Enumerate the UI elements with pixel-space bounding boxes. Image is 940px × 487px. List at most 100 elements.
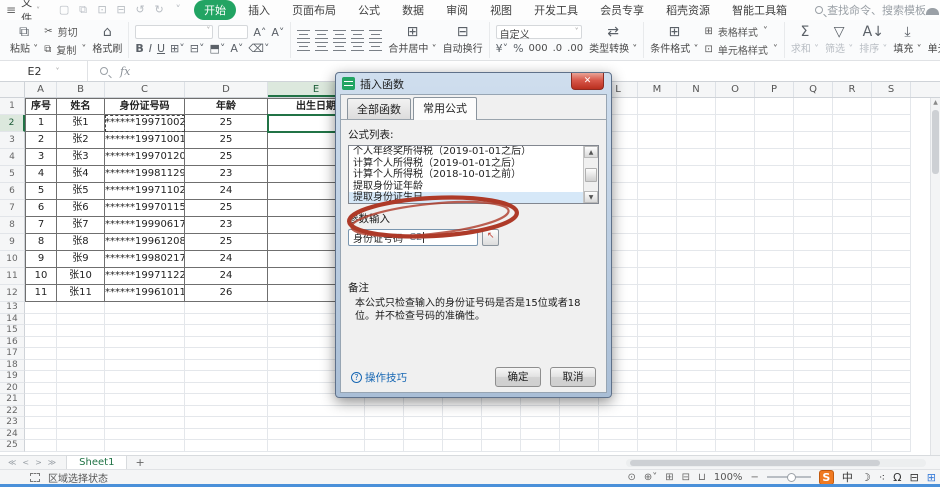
cell[interactable] — [677, 440, 716, 452]
cell[interactable] — [872, 302, 911, 314]
cell-B11[interactable]: 张10 — [57, 268, 105, 285]
number-format-select[interactable]: 自定义 — [496, 25, 582, 39]
column-header-P[interactable]: P — [755, 82, 794, 97]
cell[interactable] — [560, 429, 599, 441]
row-header-2[interactable]: 2 — [0, 115, 25, 132]
row-header-1[interactable]: 1 — [0, 98, 25, 115]
cell[interactable] — [105, 394, 185, 406]
cell[interactable] — [57, 314, 105, 326]
row-header-19[interactable]: 19 — [0, 371, 25, 383]
ime-lang-indicator[interactable]: 中 — [842, 469, 853, 485]
cell-D6[interactable]: 24 — [185, 183, 268, 200]
cell[interactable] — [638, 115, 677, 132]
cell[interactable] — [677, 132, 716, 149]
cell-C5[interactable]: ******19981129**** — [105, 166, 185, 183]
listbox-scroll-up-icon[interactable]: ▲ — [584, 146, 598, 158]
cell[interactable] — [872, 149, 911, 166]
vertical-scroll-thumb[interactable] — [932, 110, 939, 174]
cell[interactable] — [57, 325, 105, 337]
cell-C3[interactable]: ******19971001**** — [105, 132, 185, 149]
cell[interactable] — [677, 383, 716, 395]
cell[interactable] — [677, 251, 716, 268]
cell[interactable] — [755, 348, 794, 360]
row-header-24[interactable]: 24 — [0, 429, 25, 441]
cell[interactable] — [716, 149, 755, 166]
row-header-25[interactable]: 25 — [0, 440, 25, 452]
keyboard-icon[interactable]: ⊟ — [910, 471, 919, 484]
borders-icon[interactable]: ⊞˅ — [170, 42, 185, 55]
cell[interactable] — [794, 98, 833, 115]
customize-toolbar-chevron-icon[interactable]: ˅ — [172, 3, 184, 17]
cell-style-button[interactable]: ⊡单元格样式 ˅ — [704, 42, 777, 57]
cell[interactable] — [872, 394, 911, 406]
cell-C6[interactable]: ******19971102**** — [105, 183, 185, 200]
cell[interactable] — [833, 234, 872, 251]
cell[interactable] — [716, 251, 755, 268]
row-header-14[interactable]: 14 — [0, 314, 25, 326]
row-header-15[interactable]: 15 — [0, 325, 25, 337]
cell[interactable] — [443, 406, 482, 418]
cell[interactable] — [677, 115, 716, 132]
zoom-out-icon[interactable]: − — [750, 472, 758, 483]
cell[interactable] — [716, 417, 755, 429]
row-header-21[interactable]: 21 — [0, 394, 25, 406]
file-menu-chevron-icon[interactable]: ˅ — [36, 6, 40, 15]
cell[interactable] — [105, 371, 185, 383]
cell[interactable] — [716, 348, 755, 360]
cell[interactable] — [25, 440, 57, 452]
cell[interactable] — [833, 348, 872, 360]
column-header-Q[interactable]: Q — [794, 82, 833, 97]
cell[interactable] — [638, 337, 677, 349]
cell[interactable] — [105, 429, 185, 441]
cell[interactable] — [872, 348, 911, 360]
cell[interactable] — [755, 417, 794, 429]
hamburger-icon[interactable]: ≡ — [6, 3, 16, 17]
cell[interactable] — [677, 394, 716, 406]
cell[interactable] — [755, 183, 794, 200]
cell-C12[interactable]: ******19961011**** — [105, 285, 185, 302]
cell[interactable] — [105, 360, 185, 372]
cell[interactable] — [25, 337, 57, 349]
column-header-D[interactable]: D — [185, 82, 268, 97]
row-header-18[interactable]: 18 — [0, 360, 25, 372]
justify-icon[interactable] — [351, 42, 364, 51]
cell[interactable] — [677, 285, 716, 302]
cell-D10[interactable]: 24 — [185, 251, 268, 268]
fx-icon[interactable]: fx — [120, 65, 130, 78]
row-header-22[interactable]: 22 — [0, 406, 25, 418]
cell-B5[interactable]: 张4 — [57, 166, 105, 183]
cell[interactable] — [872, 337, 911, 349]
cell[interactable] — [25, 302, 57, 314]
ime-dots-icon[interactable]: ⁖ — [879, 471, 885, 484]
cell[interactable] — [794, 132, 833, 149]
cell[interactable] — [833, 200, 872, 217]
cell-C9[interactable]: ******19961208**** — [105, 234, 185, 251]
cell[interactable] — [833, 314, 872, 326]
name-box[interactable]: E2˅ — [0, 61, 88, 81]
cell[interactable] — [833, 371, 872, 383]
row-header-12[interactable]: 12 — [0, 285, 25, 302]
cell[interactable] — [716, 394, 755, 406]
sum-button[interactable]: Σ求和 ˅ — [791, 25, 819, 55]
cell-C11[interactable]: ******19971122**** — [105, 268, 185, 285]
cell[interactable] — [443, 440, 482, 452]
cell[interactable] — [365, 406, 404, 418]
cell[interactable] — [57, 417, 105, 429]
cell[interactable] — [638, 325, 677, 337]
cells-button[interactable]: ⊞单元格 ˅ — [928, 25, 940, 55]
cell[interactable] — [638, 251, 677, 268]
align-top-icon[interactable] — [297, 30, 310, 39]
cell[interactable] — [638, 440, 677, 452]
cell[interactable] — [872, 251, 911, 268]
cell[interactable] — [25, 360, 57, 372]
dialog-close-button[interactable]: ✕ — [571, 73, 604, 90]
formula-list-item[interactable]: 计算个人所得税（2019-01-01之后） — [349, 158, 583, 170]
cell-B9[interactable]: 张8 — [57, 234, 105, 251]
cell[interactable] — [833, 285, 872, 302]
cell[interactable] — [833, 183, 872, 200]
row-header-17[interactable]: 17 — [0, 348, 25, 360]
cell[interactable] — [716, 337, 755, 349]
cell[interactable] — [872, 132, 911, 149]
cell[interactable] — [185, 406, 268, 418]
cell[interactable] — [638, 183, 677, 200]
